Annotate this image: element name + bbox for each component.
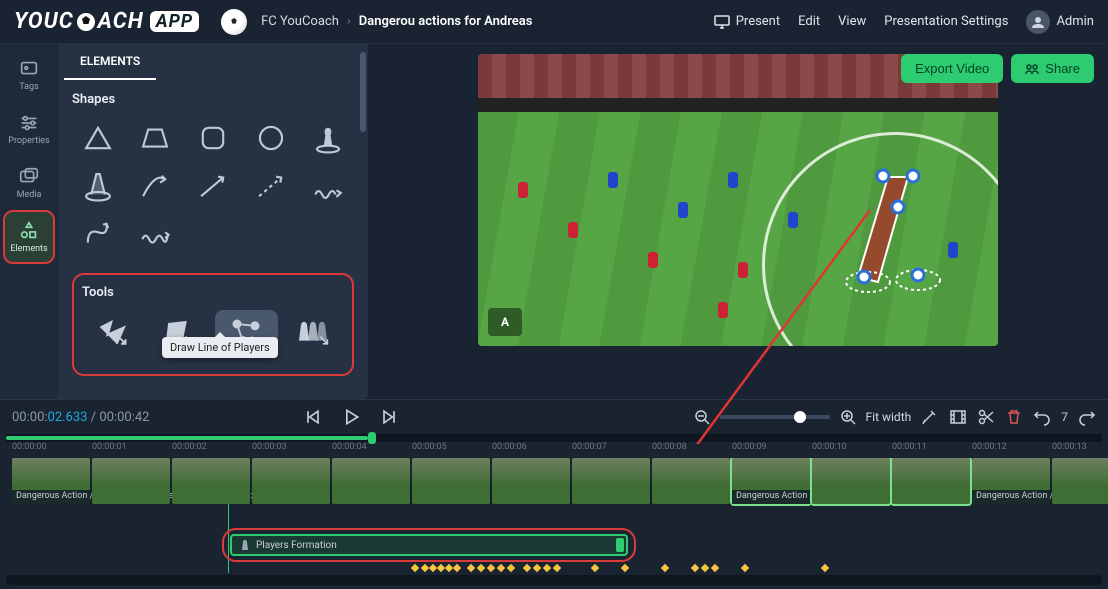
nav-tags[interactable]: Tags bbox=[5, 50, 53, 100]
breadcrumb: FC YouCoach › Dangerou actions for Andre… bbox=[261, 14, 532, 29]
time-ruler: 00:00:0000:00:0100:00:0200:00:0300:00:04… bbox=[0, 442, 1108, 458]
shape-trapezoid[interactable] bbox=[130, 117, 182, 159]
share-button[interactable]: Share bbox=[1011, 54, 1094, 83]
film-icon[interactable] bbox=[949, 408, 967, 426]
clip-thumb[interactable] bbox=[92, 458, 170, 504]
tools-section: Tools Draw Line of Players bbox=[72, 273, 354, 376]
next-frame-button[interactable] bbox=[379, 407, 399, 427]
clip-thumb[interactable] bbox=[1052, 458, 1108, 504]
tags-icon bbox=[18, 58, 40, 80]
undo-count: 7 bbox=[1061, 410, 1068, 424]
shape-circle[interactable] bbox=[245, 117, 297, 159]
clip-thumb[interactable] bbox=[412, 458, 490, 504]
shape-squiggle[interactable] bbox=[130, 213, 182, 255]
clip-thumb[interactable] bbox=[892, 458, 970, 504]
video-frame[interactable]: A bbox=[478, 54, 998, 346]
breadcrumb-org[interactable]: FC YouCoach bbox=[261, 14, 339, 29]
topbar: YOUC ACH APP FC YouCoach › Dangerou acti… bbox=[0, 0, 1108, 44]
view-menu[interactable]: View bbox=[838, 14, 866, 29]
shape-curve-arrow[interactable] bbox=[130, 165, 182, 207]
tools-heading: Tools bbox=[82, 285, 344, 300]
left-nav: Tags Properties Media Elements bbox=[0, 44, 58, 399]
clip-thumb[interactable]: Dangerous Action / FC YouCoach 0 - Test … bbox=[732, 458, 810, 504]
clip-thumb[interactable]: Dangerous Action / FC Yout bbox=[972, 458, 1050, 504]
present-icon bbox=[714, 15, 730, 29]
tool-multi-players[interactable] bbox=[282, 310, 345, 356]
marker-track bbox=[12, 562, 1096, 573]
play-button[interactable] bbox=[341, 407, 361, 427]
clip-thumb[interactable] bbox=[492, 458, 570, 504]
zoom-slider[interactable] bbox=[720, 415, 830, 419]
fit-width-button[interactable]: Fit width bbox=[866, 410, 912, 424]
nav-properties[interactable]: Properties bbox=[5, 104, 53, 154]
soccer-ball-icon bbox=[76, 12, 96, 32]
org-icon bbox=[221, 9, 247, 35]
shapes-heading: Shapes bbox=[72, 92, 354, 107]
clip-thumb[interactable] bbox=[252, 458, 330, 504]
shape-dash-arrow[interactable] bbox=[245, 165, 297, 207]
play-controls bbox=[303, 407, 399, 427]
clip-thumb[interactable] bbox=[652, 458, 730, 504]
annotation-icon bbox=[240, 539, 250, 551]
elements-icon bbox=[18, 220, 40, 242]
clip-thumb[interactable] bbox=[332, 458, 410, 504]
breadcrumb-title: Dangerou actions for Andreas bbox=[359, 14, 533, 29]
effects-icon[interactable] bbox=[921, 408, 939, 426]
zoom-in-icon[interactable] bbox=[840, 409, 856, 425]
share-icon bbox=[1025, 63, 1039, 75]
export-video-button[interactable]: Export Video bbox=[901, 54, 1003, 83]
shapes-grid bbox=[72, 117, 354, 255]
undo-icon[interactable] bbox=[1033, 408, 1051, 426]
shape-rounded-square[interactable] bbox=[187, 117, 239, 159]
annotation-clip[interactable]: Players Formation bbox=[230, 534, 628, 556]
redo-icon[interactable] bbox=[1078, 408, 1096, 426]
app-logo: YOUC ACH APP bbox=[14, 9, 199, 34]
clip-track[interactable]: Dangerous Action / FC YouCoach 0 - Test … bbox=[12, 458, 1108, 508]
tool-draw-polygon[interactable] bbox=[82, 310, 145, 356]
shape-arrow[interactable] bbox=[187, 165, 239, 207]
present-button[interactable]: Present bbox=[714, 14, 780, 29]
video-viewer: A bbox=[368, 44, 1108, 399]
zoom-out-icon[interactable] bbox=[694, 409, 710, 425]
presentation-settings[interactable]: Presentation Settings bbox=[884, 14, 1008, 29]
user-menu[interactable]: Admin bbox=[1026, 10, 1094, 34]
trash-icon[interactable] bbox=[1005, 408, 1023, 426]
clip-thumb[interactable] bbox=[572, 458, 650, 504]
clip-thumb[interactable]: Dangerous Action / FC YouCoach 0 - Test … bbox=[12, 458, 90, 504]
shape-squiggle-arrow[interactable] bbox=[302, 165, 354, 207]
progress-bar[interactable] bbox=[6, 434, 1102, 442]
elements-panel: ELEMENTS Shapes bbox=[58, 44, 368, 399]
avatar-icon bbox=[1026, 10, 1050, 34]
timeline-scrollbar[interactable] bbox=[6, 575, 1102, 585]
clip-thumb[interactable] bbox=[172, 458, 250, 504]
broadcast-logo: A bbox=[488, 308, 522, 336]
action-bar: Export Video Share bbox=[887, 44, 1108, 89]
annotation-resize-handle[interactable] bbox=[616, 538, 624, 552]
timeline-tracks[interactable]: Dangerous Action / FC YouCoach 0 - Test … bbox=[0, 458, 1108, 573]
shape-s-arrow[interactable] bbox=[72, 213, 124, 255]
sliders-icon bbox=[18, 112, 40, 134]
time-readout: 00:00:02.633 / 00:00:42 bbox=[12, 410, 149, 425]
shape-spotlight[interactable] bbox=[72, 165, 124, 207]
annotation-label: Players Formation bbox=[256, 540, 337, 551]
media-icon bbox=[18, 166, 40, 188]
shape-triangle[interactable] bbox=[72, 117, 124, 159]
nav-elements[interactable]: Elements bbox=[5, 212, 53, 262]
clip-thumb[interactable] bbox=[812, 458, 890, 504]
prev-frame-button[interactable] bbox=[303, 407, 323, 427]
players-line-annotation bbox=[828, 162, 968, 302]
edit-menu[interactable]: Edit bbox=[798, 14, 820, 29]
elements-tab[interactable]: ELEMENTS bbox=[64, 44, 156, 80]
chevron-right-icon: › bbox=[347, 14, 351, 29]
timeline: 00:00:02.633 / 00:00:42 Fit width bbox=[0, 399, 1108, 589]
tool-tooltip: Draw Line of Players bbox=[162, 337, 278, 358]
shape-person-spot[interactable] bbox=[302, 117, 354, 159]
scissors-icon[interactable] bbox=[977, 408, 995, 426]
nav-media[interactable]: Media bbox=[5, 158, 53, 208]
